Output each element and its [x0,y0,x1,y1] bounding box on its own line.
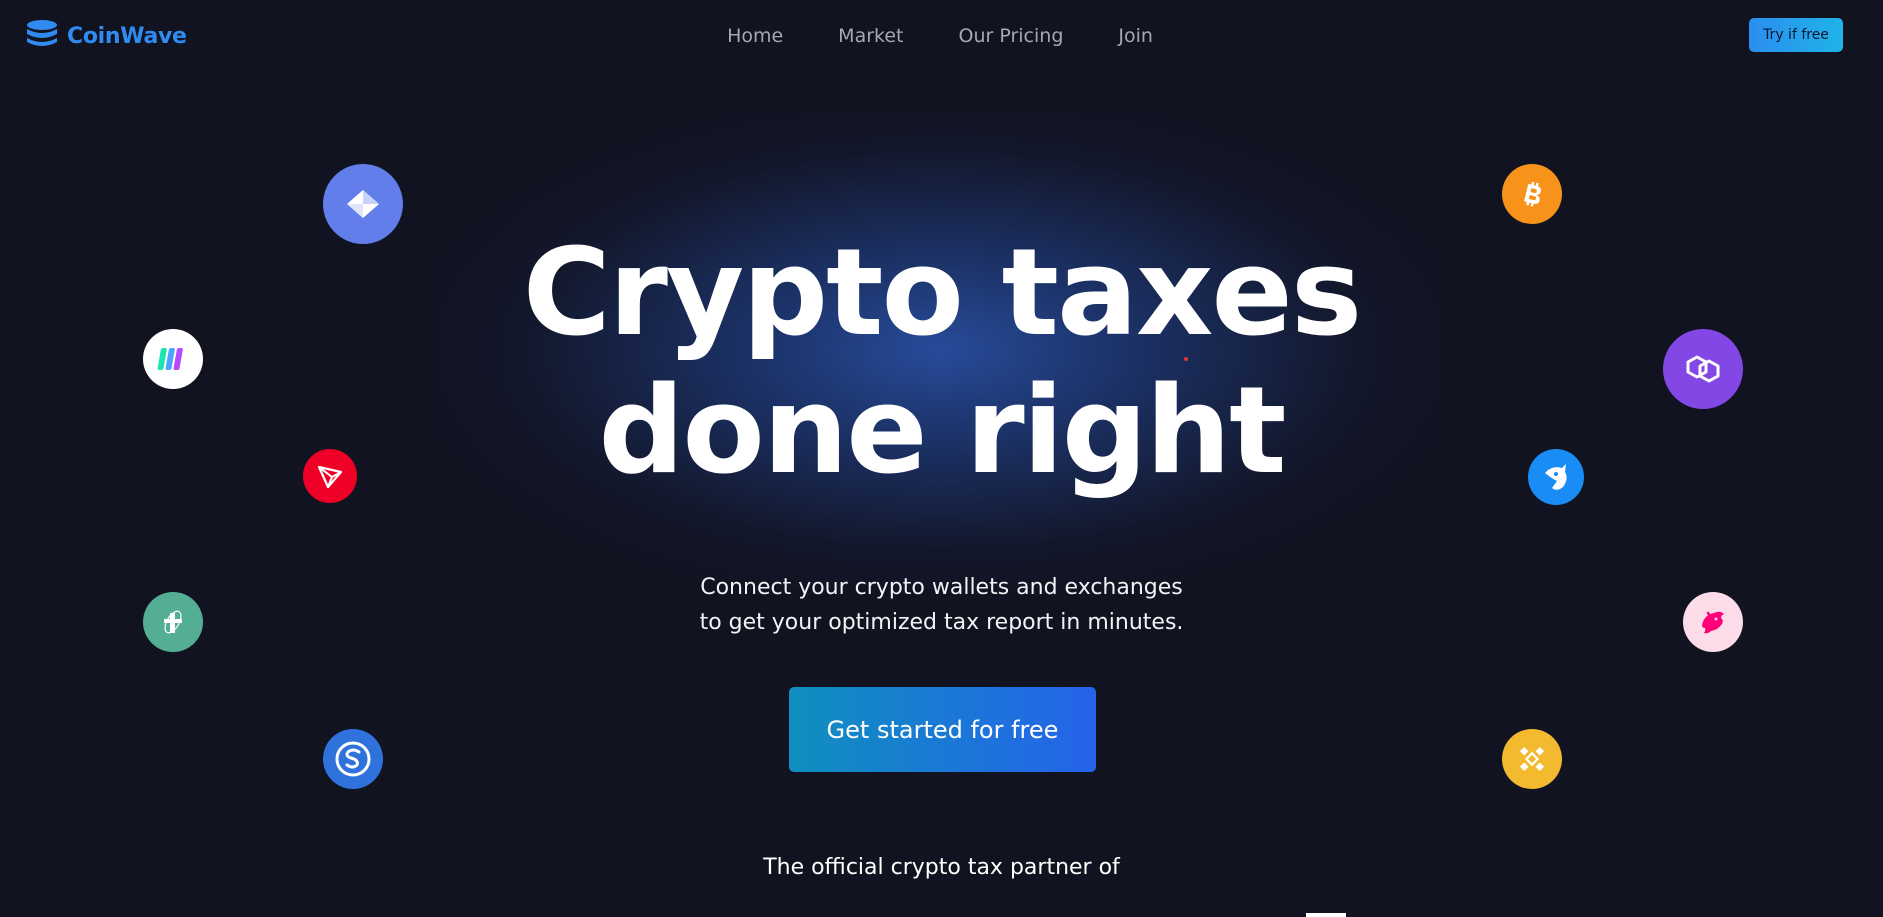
nav-join[interactable]: Join [1118,22,1153,50]
nav-home[interactable]: Home [727,22,783,50]
get-started-button[interactable]: Get started for free [789,687,1096,772]
pancake-bunny-icon [1528,449,1584,505]
hero-subtitle-line-1: Connect your crypto wallets and exchange… [700,575,1183,600]
bitcoin-icon [1502,164,1562,224]
hero-subtitle-line-2: to get your optimized tax report in minu… [699,610,1184,635]
tron-icon [303,449,357,503]
polygon-icon [1663,329,1743,409]
ethereum-icon [323,164,403,244]
red-dot [1184,357,1188,361]
try-free-button[interactable]: Try if free [1749,18,1843,52]
nav-market[interactable]: Market [838,22,903,50]
partner-logo-sliver [1306,913,1346,917]
binance-icon [1502,729,1562,789]
main-nav: Home Market Our Pricing Join [0,22,1883,50]
solana-icon [143,329,203,389]
swap-coin-icon [323,729,383,789]
hero-title-line-2: done right [598,362,1287,501]
hero-title-line-1: Crypto taxes [522,224,1363,363]
uniswap-icon [1683,592,1743,652]
tether-icon [143,592,203,652]
hero-title: Crypto taxes done right [0,225,1883,501]
hero-subtitle: Connect your crypto wallets and exchange… [0,570,1883,640]
nav-pricing[interactable]: Our Pricing [958,22,1063,50]
partner-heading: The official crypto tax partner of [763,855,1120,880]
